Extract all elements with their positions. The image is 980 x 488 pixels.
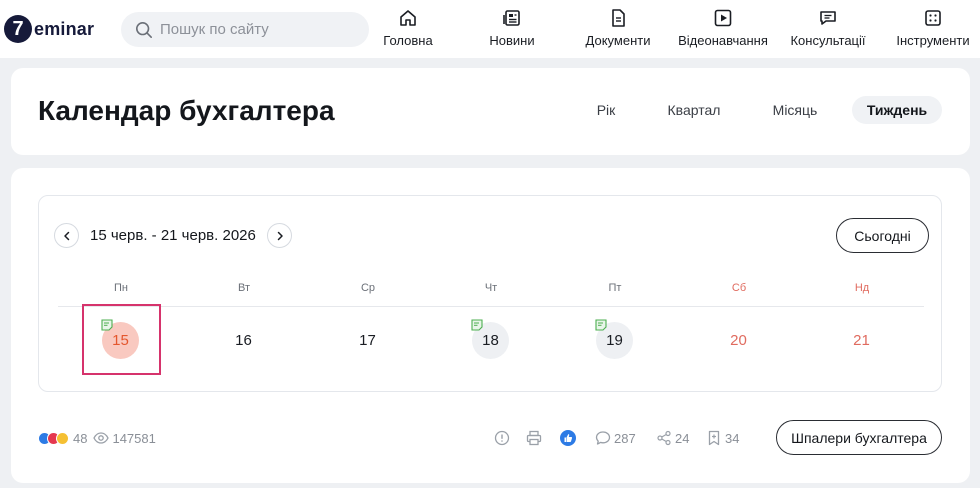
- day-number: 18: [482, 332, 499, 349]
- print-button[interactable]: [526, 430, 545, 446]
- nav-label: Відеонавчання: [678, 33, 768, 48]
- alert-circle-icon: [494, 430, 510, 446]
- search-input[interactable]: [160, 21, 360, 38]
- nav-home[interactable]: Головна: [382, 8, 434, 52]
- nav-label: Інструменти: [896, 33, 970, 48]
- event-note-icon: [471, 319, 483, 331]
- title-card: Календар бухгалтера Рік Квартал Місяць Т…: [11, 68, 970, 155]
- reactions[interactable]: 48 147581: [38, 430, 156, 446]
- day-number: 20: [730, 332, 747, 349]
- video-play-icon: [714, 9, 732, 27]
- thumbs-up-icon: [560, 430, 576, 446]
- selected-day-highlight: [82, 304, 161, 375]
- day-number: 19: [606, 332, 623, 349]
- bookmark-icon: [708, 430, 720, 446]
- like-button[interactable]: [560, 430, 579, 446]
- weekday-fri: Пт: [608, 282, 622, 294]
- nav-label: Консультації: [790, 33, 866, 48]
- search-icon: [135, 21, 153, 38]
- chevron-right-icon: [277, 231, 283, 240]
- search-box[interactable]: [121, 12, 369, 47]
- day-21[interactable]: 21: [843, 322, 880, 359]
- report-button[interactable]: [494, 430, 513, 446]
- logo-badge: 7: [4, 15, 32, 43]
- nav-news[interactable]: Новини: [485, 8, 539, 52]
- day-number: 21: [853, 332, 870, 349]
- printer-icon: [526, 430, 542, 446]
- day-19[interactable]: 19: [595, 319, 633, 359]
- reactions-count: 48: [73, 430, 88, 446]
- week-calendar: 15 черв. - 21 черв. 2026 Сьогодні Пн Вт …: [38, 195, 942, 392]
- weekday-sun: Нд: [854, 282, 870, 294]
- day-number: 17: [359, 332, 376, 349]
- today-button[interactable]: Сьогодні: [836, 218, 929, 253]
- nav-label: Головна: [383, 33, 433, 48]
- day-17[interactable]: 17: [349, 322, 386, 359]
- event-note-icon: [595, 319, 607, 331]
- views-count: 147581: [112, 430, 156, 446]
- tab-month[interactable]: Місяць: [765, 96, 825, 124]
- comments-button[interactable]: 287: [595, 430, 636, 446]
- laugh-reaction-icon: [56, 431, 69, 445]
- weekday-thu: Чт: [484, 282, 498, 294]
- day-number: 16: [235, 332, 252, 349]
- tab-quarter[interactable]: Квартал: [661, 96, 727, 124]
- weekday-tue: Вт: [237, 282, 250, 294]
- tab-week[interactable]: Тиждень: [852, 96, 942, 124]
- week-range: 15 черв. - 21 черв. 2026: [90, 227, 256, 244]
- day-18[interactable]: 18: [471, 319, 509, 359]
- home-icon: [400, 10, 416, 26]
- accountant-wallpapers-button[interactable]: Шпалери бухгалтера: [776, 420, 942, 455]
- chat-icon: [820, 11, 836, 25]
- chevron-left-icon: [63, 231, 69, 240]
- prev-week-button[interactable]: [54, 223, 79, 248]
- nav-video[interactable]: Відеонавчання: [676, 8, 770, 52]
- logo-text: eminar: [34, 18, 95, 39]
- comments-count: 287: [614, 430, 636, 446]
- share-button[interactable]: 24: [656, 430, 689, 446]
- newspaper-icon: [503, 10, 520, 26]
- bookmarks-count: 34: [725, 430, 740, 446]
- nav-label: Документи: [585, 33, 651, 48]
- tab-year[interactable]: Рік: [589, 96, 623, 124]
- site-header: 7 eminar Головна Новини Документи Відеон…: [0, 0, 980, 58]
- nav-documents[interactable]: Документи: [582, 8, 654, 52]
- calendar-divider: [58, 306, 924, 307]
- site-logo[interactable]: 7 eminar: [4, 15, 94, 43]
- tools-icon: [925, 10, 941, 26]
- share-icon: [657, 430, 671, 446]
- comment-icon: [595, 431, 611, 445]
- nav-tools[interactable]: Інструменти: [894, 8, 972, 52]
- page-title: Календар бухгалтера: [38, 95, 335, 126]
- weekday-wed: Ср: [360, 282, 376, 294]
- nav-consultations[interactable]: Консультації: [788, 8, 868, 52]
- day-20[interactable]: 20: [720, 322, 757, 359]
- document-icon: [612, 9, 625, 27]
- shares-count: 24: [675, 430, 690, 446]
- nav-label: Новини: [489, 33, 535, 48]
- bookmark-button[interactable]: 34: [706, 430, 739, 446]
- next-week-button[interactable]: [267, 223, 292, 248]
- eye-icon: [93, 432, 110, 444]
- weekday-sat: Сб: [731, 282, 747, 294]
- weekday-mon: Пн: [114, 282, 128, 294]
- calendar-card: 15 черв. - 21 черв. 2026 Сьогодні Пн Вт …: [11, 168, 970, 483]
- day-16[interactable]: 16: [225, 322, 262, 359]
